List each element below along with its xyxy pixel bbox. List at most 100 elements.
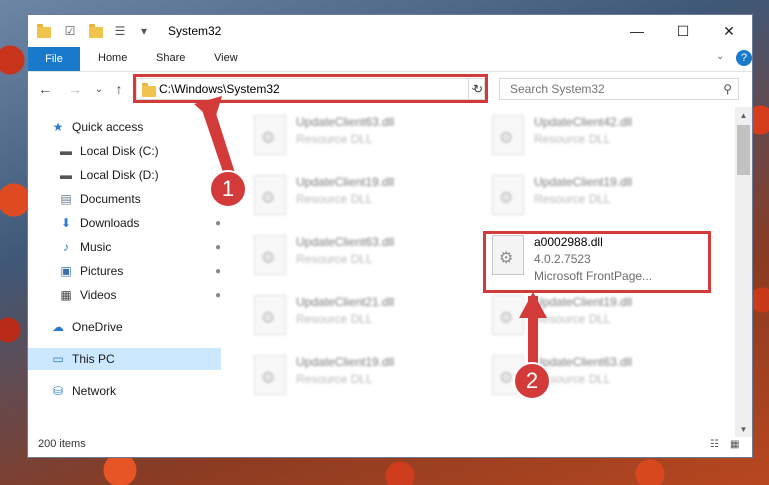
sidebar-item-videos[interactable]: ▦ Videos ● xyxy=(58,284,221,306)
navigation-bar: ← → ⌄ ↑ C:\Windows\System32 ⌄ ↻ ⚲ xyxy=(28,75,752,105)
search-icon: ⚲ xyxy=(723,82,732,96)
sidebar-item-music[interactable]: ♪ Music ● xyxy=(58,236,221,258)
sidebar-item-quick-access[interactable]: ★ Quick access xyxy=(50,116,221,138)
file-name: UpdateClient21.dll xyxy=(296,295,395,309)
dll-file-icon xyxy=(492,175,524,215)
list-item[interactable]: UpdateClient63.dll Resource DLL xyxy=(248,111,468,167)
videos-icon: ▦ xyxy=(60,288,72,302)
ribbon-tabs: File Home Share View ⌄ ? xyxy=(28,47,752,72)
search-input[interactable] xyxy=(508,81,712,97)
customize-toolbar-icon[interactable]: ▾ xyxy=(136,23,152,39)
computer-icon: ▭ xyxy=(52,352,64,366)
close-button[interactable]: ✕ xyxy=(706,15,752,47)
scroll-up-icon[interactable]: ▲ xyxy=(735,107,752,123)
properties-icon[interactable]: ☑ xyxy=(62,23,78,39)
file-name: UpdateClient19.dll xyxy=(534,175,633,189)
file-list: UpdateClient63.dll Resource DLL UpdateCl… xyxy=(228,107,738,435)
list-item[interactable]: UpdateClient19.dll Resource DLL xyxy=(248,171,468,227)
tab-home[interactable]: Home xyxy=(98,52,127,64)
sidebar-item-downloads[interactable]: ⬇ Downloads ● xyxy=(58,212,221,234)
list-item[interactable]: UpdateClient19.dll Resource DLL xyxy=(486,291,706,347)
rename-icon[interactable]: ☰ xyxy=(112,23,128,39)
scrollbar-thumb[interactable] xyxy=(737,125,750,175)
address-path: C:\Windows\System32 xyxy=(159,82,280,96)
file-type: Resource DLL xyxy=(296,192,373,206)
dll-file-icon xyxy=(254,115,286,155)
list-item[interactable]: UpdateClient63.dll Resource DLL xyxy=(248,231,468,287)
dll-file-icon xyxy=(254,175,286,215)
dll-file-icon xyxy=(254,355,286,395)
sidebar-item-label: Downloads xyxy=(80,216,140,230)
file-type: Resource DLL xyxy=(534,312,611,326)
large-icons-view-icon[interactable]: ▦ xyxy=(730,439,744,451)
up-button[interactable]: ↑ xyxy=(110,80,128,98)
pin-icon: ● xyxy=(214,145,221,157)
details-view-icon[interactable]: ☷ xyxy=(710,439,724,451)
status-bar: 200 items ☷ ▦ xyxy=(28,433,752,457)
back-button[interactable]: ← xyxy=(36,80,54,98)
sidebar-item-label: Network xyxy=(72,384,117,398)
dll-file-icon xyxy=(492,295,524,335)
drive-icon: ▬ xyxy=(60,168,72,182)
sidebar-item-label: Music xyxy=(80,240,112,254)
minimize-button[interactable]: — xyxy=(614,15,660,47)
title-bar: ☑ ☰ ▾ System32 — ☐ ✕ xyxy=(28,15,752,47)
marker-2: 2 xyxy=(513,362,551,400)
file-type: Resource DLL xyxy=(296,312,373,326)
recent-locations-button[interactable]: ⌄ xyxy=(90,80,108,98)
star-icon: ★ xyxy=(52,120,64,134)
new-folder-icon[interactable] xyxy=(88,23,104,39)
file-type: Resource DLL xyxy=(534,132,611,146)
file-name: UpdateClient63.dll xyxy=(296,115,395,129)
file-name: UpdateClient19.dll xyxy=(296,355,395,369)
expand-ribbon-icon[interactable]: ⌄ xyxy=(716,51,724,62)
list-item[interactable]: UpdateClient19.dll Resource DLL xyxy=(486,171,706,227)
sidebar-item-pictures[interactable]: ▣ Pictures ● xyxy=(58,260,221,282)
list-item[interactable]: UpdateClient42.dll Resource DLL xyxy=(486,111,706,167)
file-description: Microsoft FrontPage... xyxy=(534,269,653,283)
cloud-icon: ☁ xyxy=(52,320,64,334)
file-name: UpdateClient42.dll xyxy=(534,115,633,129)
vertical-scrollbar[interactable]: ▲ ▼ xyxy=(735,107,752,437)
tab-view[interactable]: View xyxy=(214,52,238,64)
file-version: 4.0.2.7523 xyxy=(534,252,591,266)
music-icon: ♪ xyxy=(63,240,69,254)
help-icon[interactable]: ? xyxy=(736,50,752,66)
file-type: Resource DLL xyxy=(296,252,373,266)
sidebar-item-onedrive[interactable]: ☁ OneDrive xyxy=(50,316,221,338)
drive-icon: ▬ xyxy=(60,144,72,158)
list-item[interactable]: UpdateClient21.dll Resource DLL xyxy=(248,291,468,347)
window-title: System32 xyxy=(168,24,222,38)
file-name: UpdateClient19.dll xyxy=(296,175,395,189)
file-name: UpdateClient63.dll xyxy=(296,235,395,249)
pin-icon: ● xyxy=(214,217,221,229)
navigation-pane: ★ Quick access ▬ Local Disk (C:) ● ▬ Loc… xyxy=(28,113,221,433)
tab-file[interactable]: File xyxy=(28,47,80,71)
sidebar-item-network[interactable]: ⛁ Network xyxy=(50,380,221,402)
file-type: Resource DLL xyxy=(296,372,373,386)
sidebar-item-this-pc[interactable]: ▭ This PC xyxy=(28,348,221,370)
item-count: 200 items xyxy=(38,438,86,450)
refresh-button[interactable]: ↻ xyxy=(468,78,488,100)
sidebar-item-documents[interactable]: ▤ Documents ● xyxy=(58,188,221,210)
file-name: a0002988.dll xyxy=(534,235,603,249)
file-explorer-window: ☑ ☰ ▾ System32 — ☐ ✕ File Home Share Vie… xyxy=(27,14,753,458)
file-name: UpdateClient63.dll xyxy=(534,355,633,369)
address-bar[interactable]: C:\Windows\System32 ⌄ xyxy=(136,78,485,100)
sidebar-item-label: Documents xyxy=(80,192,141,206)
maximize-button[interactable]: ☐ xyxy=(660,15,706,47)
search-box[interactable]: ⚲ xyxy=(499,78,739,100)
list-item[interactable]: UpdateClient19.dll Resource DLL xyxy=(248,351,468,407)
dll-file-icon xyxy=(492,235,524,275)
network-icon: ⛁ xyxy=(52,384,64,398)
sidebar-item-local-disk-c[interactable]: ▬ Local Disk (C:) ● xyxy=(58,140,221,162)
highlighted-dll-file[interactable]: a0002988.dll 4.0.2.7523 Microsoft FrontP… xyxy=(486,231,706,287)
file-type: Resource DLL xyxy=(296,132,373,146)
tab-share[interactable]: Share xyxy=(156,52,185,64)
dll-file-icon xyxy=(254,235,286,275)
forward-button[interactable]: → xyxy=(66,80,84,98)
dll-file-icon xyxy=(254,295,286,335)
sidebar-item-local-disk-d[interactable]: ▬ Local Disk (D:) ● xyxy=(58,164,221,186)
pin-icon: ● xyxy=(214,265,221,277)
sidebar-item-label: Local Disk (D:) xyxy=(80,168,159,182)
